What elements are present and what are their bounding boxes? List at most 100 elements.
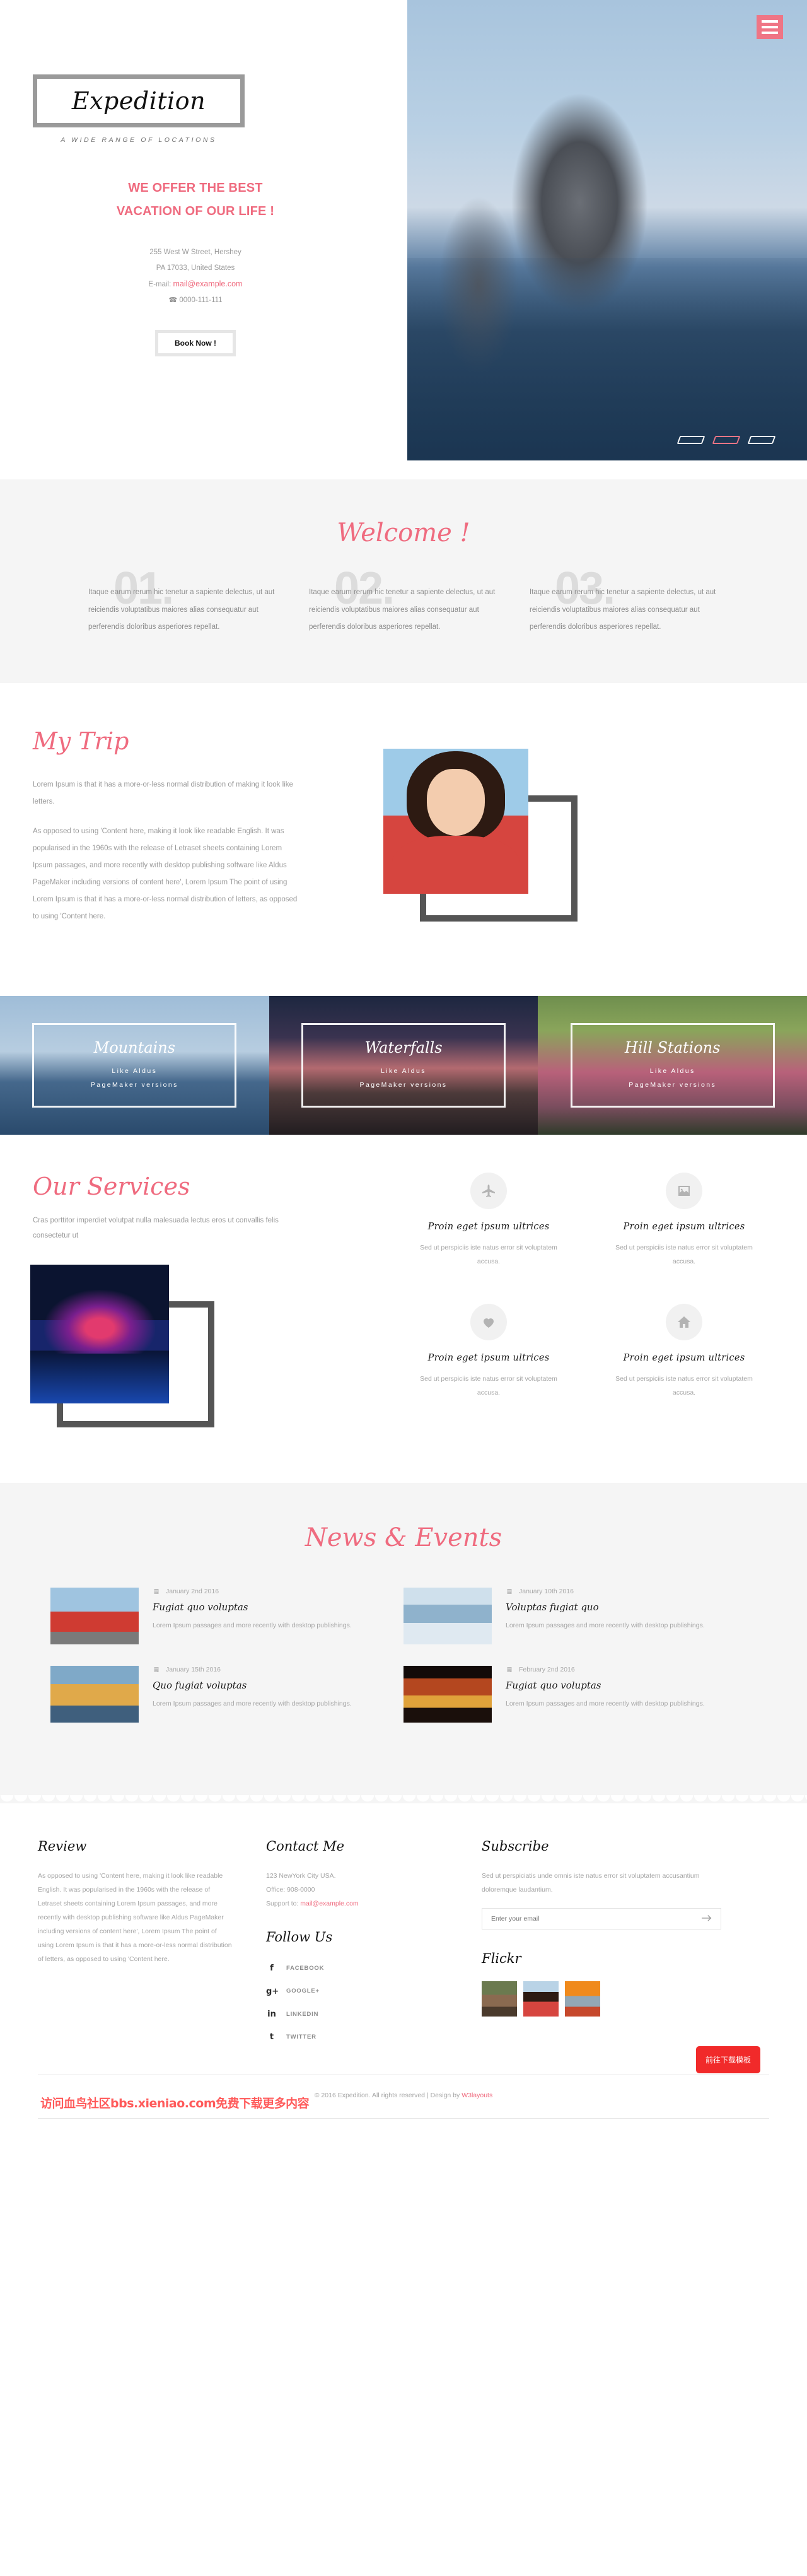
social-link-google-plus[interactable]: g+ GOOGLE+ [266,1983,449,2000]
carousel-dot-3[interactable] [747,436,776,444]
hero-content: Expedition A WIDE RANGE OF LOCATIONS WE … [0,0,404,479]
hero-ragged-edge [386,0,407,460]
subscribe-email-input[interactable] [482,1915,693,1923]
banner-line1: Like Aldus [649,1067,695,1075]
social-link-twitter[interactable]: t TWITTER [266,2029,449,2046]
banner-waterfalls[interactable]: Waterfalls Like Aldus PageMaker versions [269,995,538,1135]
news-item[interactable]: January 10th 2016 Voluptas fugiat quo Lo… [404,1588,757,1666]
social-label: FACEBOOK [286,1965,325,1972]
hero-headline-line1: WE OFFER THE BEST [128,181,263,195]
service-item[interactable]: Proin eget ipsum ultrices Sed ut perspic… [391,1304,586,1435]
social-links: f FACEBOOK g+ GOOGLE+ in LINKEDIN t TWIT… [266,1960,449,2046]
news-grid: January 2nd 2016 Fugiat quo voluptas Lor… [50,1588,757,1744]
banner-inner: Mountains Like Aldus PageMaker versions [32,1022,237,1108]
footer-follow-title: Follow Us [266,1929,333,1945]
twitter-icon: t [269,2032,274,2042]
banner-inner: Hill Stations Like Aldus PageMaker versi… [570,1022,775,1108]
banner-title: Waterfalls [364,1038,443,1057]
footer-bottom-line [38,2117,769,2119]
subscribe-form[interactable] [482,1908,721,1930]
services-photo [30,1265,169,1404]
logo-box[interactable]: Expedition [33,74,245,127]
calendar-icon [154,1589,159,1595]
footer-address: 123 NewYork City USA. [266,1872,336,1880]
service-text: Sed ut perspiciis iste natus error sit v… [615,1243,753,1265]
footer-subscribe-title: Subscribe [482,1839,549,1854]
services-grid: Proin eget ipsum ultrices Sed ut perspic… [391,1172,782,1435]
hero-background-photo [386,0,807,460]
my-trip-paragraph-2: As opposed to using 'Content here, makin… [33,827,298,920]
hamburger-menu-icon[interactable] [757,15,783,39]
social-label: GOOGLE+ [286,1988,320,1995]
book-now-button[interactable]: Book Now ! [155,330,236,357]
menu-bar [762,20,778,23]
footer-office-phone: Office: 908-0000 [266,1886,315,1894]
footer-subscribe-column: Subscribe Sed ut perspiciatis unde omnis… [482,1839,734,2051]
news-body: February 2nd 2016 Fugiat quo voluptas Lo… [506,1666,745,1723]
news-date-row: January 2nd 2016 [153,1588,392,1595]
news-date: January 2nd 2016 [166,1588,219,1596]
flickr-photo[interactable] [565,1981,600,2017]
flickr-photo[interactable] [482,1981,517,2017]
social-link-linkedin[interactable]: in LINKEDIN [266,2006,449,2023]
news-item-title[interactable]: Fugiat quo voluptas [153,1601,392,1613]
photo-shape [30,1350,169,1404]
news-date-row: February 2nd 2016 [506,1666,745,1673]
news-body: January 2nd 2016 Fugiat quo voluptas Lor… [153,1588,392,1644]
news-title: News & Events [305,1523,502,1553]
download-template-button[interactable]: 前往下载模板 [695,2046,760,2073]
welcome-column: 02. Itaque earum rerum hic tenetur a sap… [309,563,498,636]
news-item[interactable]: January 15th 2016 Quo fugiat voluptas Lo… [50,1666,404,1744]
arrow-right-icon [702,1915,712,1922]
news-item-title[interactable]: Quo fugiat voluptas [153,1680,392,1691]
welcome-text: Itaque earum rerum hic tenetur a sapient… [530,588,716,631]
subscribe-submit-button[interactable] [693,1914,721,1924]
welcome-column: 01. Itaque earum rerum hic tenetur a sap… [88,563,277,636]
footer-subscribe-text: Sed ut perspiciatis unde omnis iste natu… [482,1872,700,1894]
footer-flickr-title: Flickr [482,1951,521,1967]
carousel-indicators[interactable] [676,436,776,444]
service-item[interactable]: Proin eget ipsum ultrices Sed ut perspic… [586,1172,782,1304]
designer-link[interactable]: W3layouts [462,2092,492,2099]
site-watermark: 访问血鸟社区bbs.xieniao.com免费下载更多内容 [40,2096,310,2111]
services-intro-block: Our Services Cras porttitor imperdiet vo… [0,1173,391,1435]
welcome-title: Welcome ! [337,518,470,547]
hero-email-link[interactable]: mail@example.com [173,279,243,288]
banner-line1: Like Aldus [112,1067,158,1075]
news-item-title[interactable]: Fugiat quo voluptas [506,1680,745,1691]
image-icon [666,1172,702,1209]
hero-headline-line2: VACATION OF OUR LIFE ! [116,204,275,218]
news-item[interactable]: January 2nd 2016 Fugiat quo voluptas Lor… [50,1588,404,1666]
service-item[interactable]: Proin eget ipsum ultrices Sed ut perspic… [391,1172,586,1304]
photo-shape [392,835,520,894]
service-item[interactable]: Proin eget ipsum ultrices Sed ut perspic… [586,1304,782,1435]
banner-mountains[interactable]: Mountains Like Aldus PageMaker versions [0,995,269,1135]
services-section: Our Services Cras porttitor imperdiet vo… [0,1134,807,1484]
banner-title: Mountains [93,1038,175,1057]
hero-phone-number: 0000-111-111 [179,296,223,305]
my-trip-text: My Trip Lorem Ipsum is that it has a mor… [0,727,353,938]
carousel-dot-2[interactable] [712,436,741,444]
news-item-title[interactable]: Voluptas fugiat quo [506,1601,745,1613]
banner-line2: PageMaker versions [629,1080,717,1089]
service-text: Sed ut perspiciis iste natus error sit v… [615,1375,753,1397]
phone-icon: ☎ [168,296,178,305]
news-item-text: Lorem Ipsum passages and more recently w… [153,1622,352,1630]
menu-bar [762,26,778,28]
footer-support-email[interactable]: mail@example.com [300,1900,358,1907]
hero-email-label: E-mail: [148,281,171,289]
my-trip-photo [383,748,528,894]
news-date: February 2nd 2016 [519,1666,575,1674]
heart-icon [470,1304,507,1341]
home-icon [666,1304,702,1341]
category-banners: Mountains Like Aldus PageMaker versions … [0,995,807,1135]
banner-hill-stations[interactable]: Hill Stations Like Aldus PageMaker versi… [538,995,807,1135]
carousel-dot-1[interactable] [676,436,705,444]
flickr-photo[interactable] [523,1981,559,2017]
calendar-icon [154,1667,159,1673]
news-item[interactable]: February 2nd 2016 Fugiat quo voluptas Lo… [404,1666,757,1744]
social-link-facebook[interactable]: f FACEBOOK [266,1960,449,1977]
hero-slider [386,0,807,460]
logo-tagline: A WIDE RANGE OF LOCATIONS [61,136,217,144]
services-intro: Cras porttitor imperdiet volutpat nulla … [33,1216,279,1240]
